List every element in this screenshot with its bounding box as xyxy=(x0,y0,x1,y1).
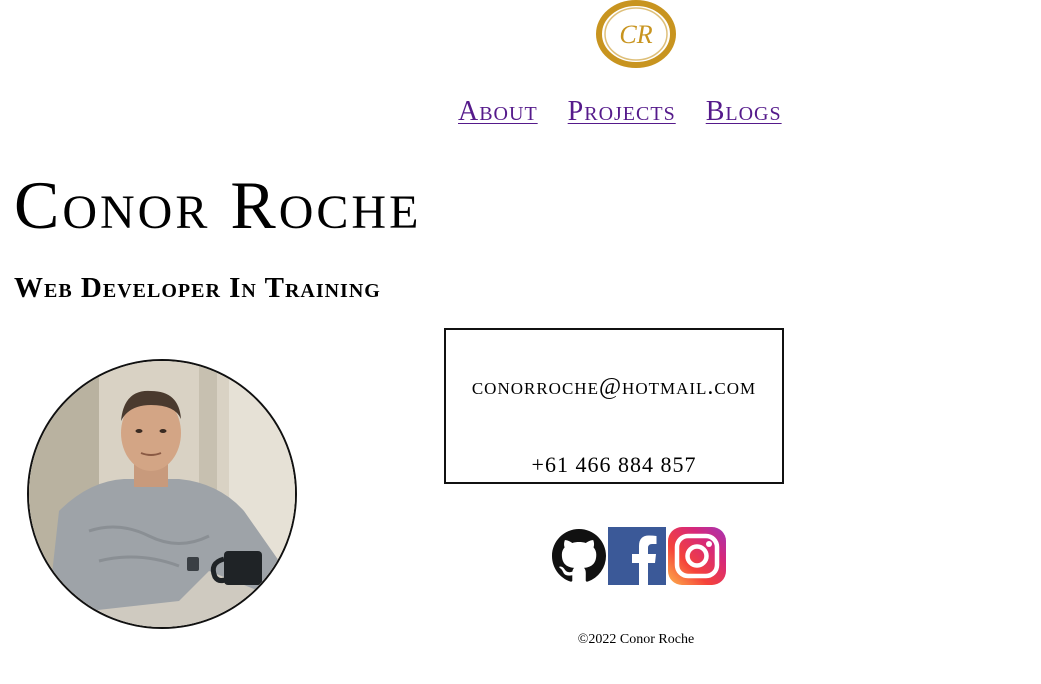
page: CR About Projects Blogs Conor Roche Web … xyxy=(0,0,1041,684)
instagram-icon[interactable] xyxy=(668,527,726,590)
profile-photo xyxy=(27,359,297,629)
cr-logo[interactable]: CR xyxy=(594,0,678,72)
contact-email[interactable]: conorroche@hotmail.com xyxy=(446,374,782,401)
nav-about-link[interactable]: About xyxy=(458,96,538,128)
nav-projects-link[interactable]: Projects xyxy=(568,96,676,128)
facebook-icon[interactable] xyxy=(608,527,666,590)
footer-copyright: ©2022 Conor Roche xyxy=(577,632,695,647)
contact-phone[interactable]: +61 466 884 857 xyxy=(446,452,782,478)
social-links xyxy=(552,527,726,590)
page-subtitle: Web Developer In Training xyxy=(14,272,381,304)
github-icon[interactable] xyxy=(552,529,606,588)
contact-box: conorroche@hotmail.com +61 466 884 857 xyxy=(444,328,784,484)
nav-blogs-link[interactable]: Blogs xyxy=(706,96,782,128)
main-nav: About Projects Blogs xyxy=(458,96,782,128)
logo-text: CR xyxy=(619,20,652,49)
page-title: Conor Roche xyxy=(14,167,422,243)
